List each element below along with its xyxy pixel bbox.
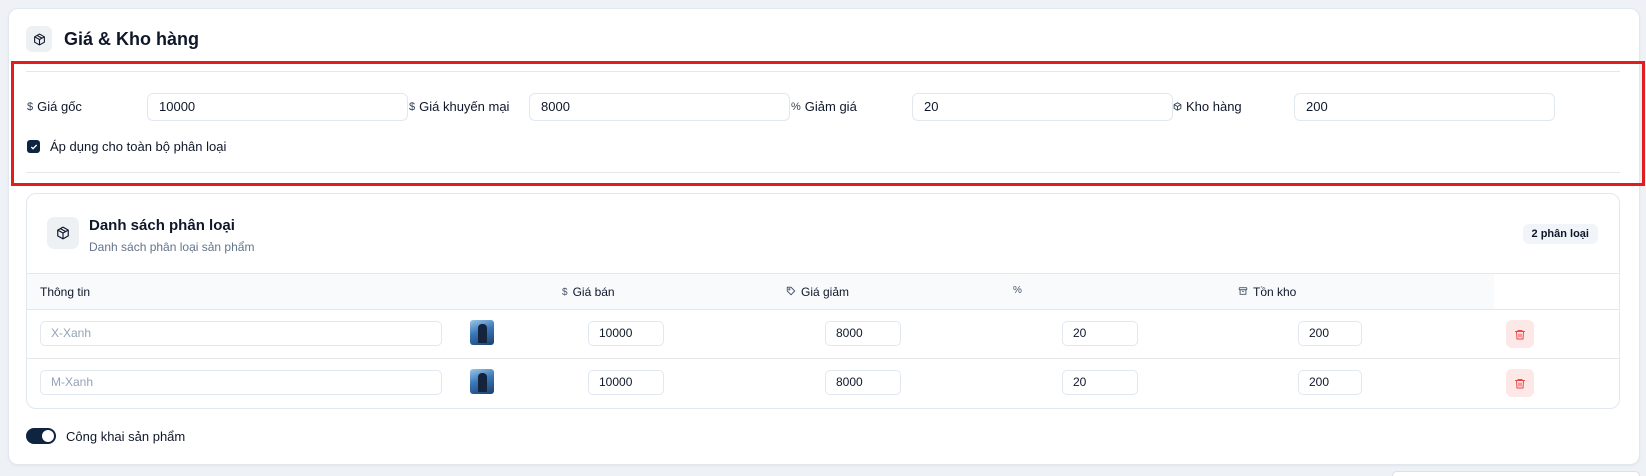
dollar-icon: $ xyxy=(409,100,416,113)
next-card-edge xyxy=(1392,471,1640,476)
variant-percent-input[interactable]: 20 xyxy=(1062,321,1138,346)
variant-name-input[interactable]: M-Xanh xyxy=(40,370,442,395)
trash-icon xyxy=(1515,378,1525,388)
variant-list-title: Danh sách phân loại xyxy=(89,217,235,234)
section-header: Giá & Kho hàng xyxy=(26,26,199,52)
promo-price-input[interactable]: 8000 xyxy=(529,93,790,121)
variant-image[interactable] xyxy=(470,369,494,394)
stock-input[interactable]: 200 xyxy=(1294,93,1555,121)
column-info: Thông tin xyxy=(40,285,91,299)
delete-variant-button[interactable] xyxy=(1506,320,1534,348)
package-icon xyxy=(1173,99,1182,114)
variant-discount-price-input[interactable]: 8000 xyxy=(825,370,901,395)
variant-price-input[interactable]: 10000 xyxy=(588,370,664,395)
variant-image[interactable] xyxy=(470,320,494,345)
public-toggle[interactable] xyxy=(26,428,56,444)
trash-icon xyxy=(1515,329,1525,339)
public-toggle-label: Công khai sản phẩm xyxy=(66,428,186,444)
package-icon xyxy=(26,26,52,52)
promo-price-label: $ Giá khuyến mại xyxy=(409,99,510,114)
discount-input[interactable]: 20 xyxy=(912,93,1173,121)
column-stock: Tồn kho xyxy=(1238,285,1296,299)
percent-icon: % xyxy=(791,100,801,113)
variant-percent-input[interactable]: 20 xyxy=(1062,370,1138,395)
variant-count-badge: 2 phân loại xyxy=(1522,224,1598,244)
actions-column xyxy=(1494,274,1619,309)
discount-label: % Giảm giá xyxy=(791,99,857,114)
original-price-input[interactable]: 10000 xyxy=(147,93,408,121)
divider xyxy=(26,172,1620,173)
column-percent: % xyxy=(1013,285,1022,296)
table-row: M-Xanh 10000 8000 20 200 xyxy=(27,359,1619,408)
section-title: Giá & Kho hàng xyxy=(64,28,199,49)
archive-icon xyxy=(1238,285,1248,299)
variant-stock-input[interactable]: 200 xyxy=(1298,321,1362,346)
tag-icon xyxy=(786,285,796,299)
check-icon xyxy=(30,144,37,150)
dollar-icon: $ xyxy=(562,286,568,298)
dollar-icon: $ xyxy=(27,100,34,113)
table-row: X-Xanh 10000 8000 20 200 xyxy=(27,310,1619,359)
table-header: Thông tin $ Giá bán Giá giảm % Tồn kho xyxy=(27,273,1619,310)
apply-all-label: Áp dụng cho toàn bộ phân loại xyxy=(50,139,227,154)
delete-variant-button[interactable] xyxy=(1506,369,1534,397)
column-price: $ Giá bán xyxy=(562,285,615,299)
divider xyxy=(26,71,1620,72)
variant-list-subtitle: Danh sách phân loại sản phẩm xyxy=(89,240,255,254)
variant-discount-price-input[interactable]: 8000 xyxy=(825,321,901,346)
percent-icon: % xyxy=(1013,285,1022,296)
original-price-label: $ Giá gốc xyxy=(27,99,82,114)
variant-name-input[interactable]: X-Xanh xyxy=(40,321,442,346)
apply-all-checkbox[interactable] xyxy=(27,140,40,153)
variant-list-card: Danh sách phân loại Danh sách phân loại … xyxy=(26,193,1620,409)
package-icon xyxy=(47,217,79,249)
column-discount-price: Giá giảm xyxy=(786,285,849,299)
variant-stock-input[interactable]: 200 xyxy=(1298,370,1362,395)
public-toggle-row: Công khai sản phẩm xyxy=(26,428,185,444)
apply-all-row[interactable]: Áp dụng cho toàn bộ phân loại xyxy=(27,139,226,154)
stock-label: Kho hàng xyxy=(1173,99,1242,114)
variant-price-input[interactable]: 10000 xyxy=(588,321,664,346)
